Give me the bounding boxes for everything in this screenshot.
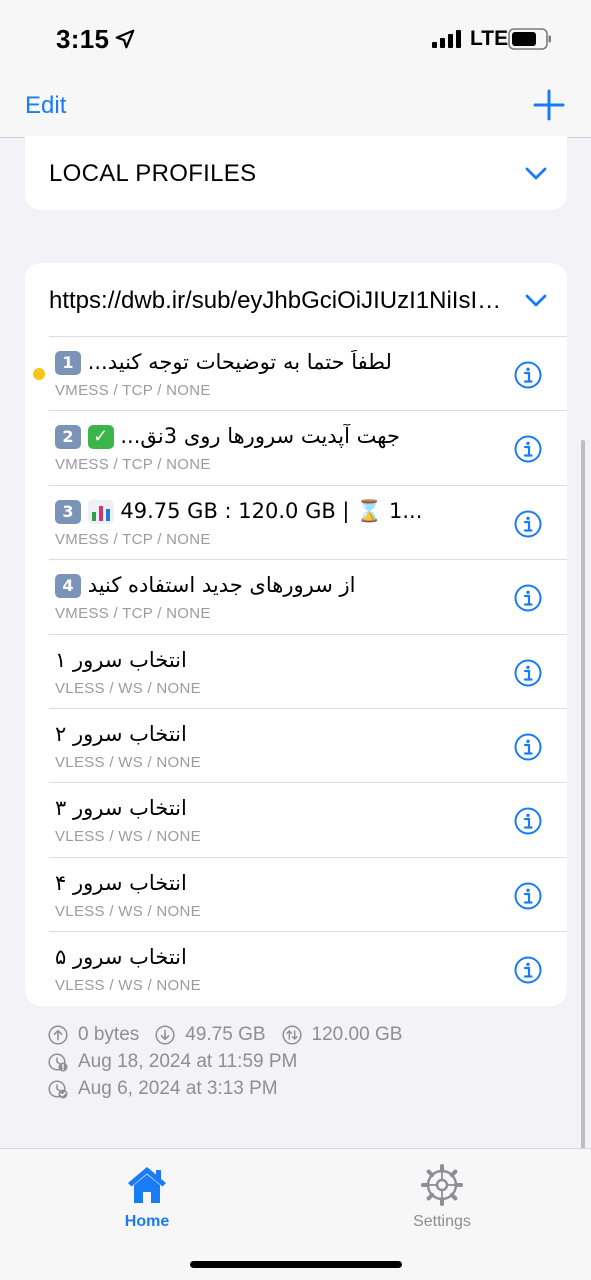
upload-stat: 0 bytes <box>48 1024 139 1046</box>
tab-settings-label: Settings <box>413 1213 471 1230</box>
active-indicator <box>33 368 45 380</box>
location-arrow-icon <box>115 29 135 49</box>
plus-icon[interactable] <box>532 88 566 122</box>
server-row[interactable]: 3 49.75 GB : 120.0 GB | ⌛ 1... VMESS / T… <box>25 486 567 561</box>
local-profiles-section[interactable]: LOCAL PROFILES <box>25 136 567 210</box>
server-name: انتخاب سرور ۱ <box>55 647 187 672</box>
server-protocol: VLESS / WS / NONE <box>55 902 201 920</box>
server-name: از سرورهای جدید استفاده کنید 4 <box>55 573 425 599</box>
info-icon[interactable] <box>514 584 542 612</box>
bar-chart-icon <box>87 499 114 524</box>
info-icon[interactable] <box>514 435 542 463</box>
tab-home[interactable]: Home <box>87 1159 207 1231</box>
server-name: 3 49.75 GB : 120.0 GB | ⌛ 1... <box>55 499 425 524</box>
server-name: انتخاب سرور ۴ <box>55 870 187 895</box>
clock-alert-icon <box>48 1052 68 1071</box>
download-icon <box>155 1024 175 1045</box>
chevron-down-icon[interactable] <box>525 294 547 308</box>
subscription-stats: 0 bytes 49.75 GB 120.00 GB Aug 18, 2024 … <box>48 1021 528 1102</box>
edit-button[interactable]: Edit <box>25 92 66 120</box>
nav-bar: Edit <box>0 80 591 138</box>
carrier-label: LTE <box>470 27 509 50</box>
server-protocol: VMESS / TCP / NONE <box>55 382 211 399</box>
updated-date: Aug 6, 2024 at 3:13 PM <box>78 1077 278 1099</box>
info-icon[interactable] <box>514 361 542 389</box>
server-name: لطفاً حتما به توضیحات توجه کنید... 1 <box>55 350 425 375</box>
keycap-3-icon: 3 <box>55 499 81 524</box>
server-row[interactable]: انتخاب سرور ۲ VLESS / WS / NONE <box>25 709 567 784</box>
expiry-stat: Aug 18, 2024 at 11:59 PM <box>48 1048 528 1075</box>
server-list: لطفاً حتما به توضیحات توجه کنید... 1 VME… <box>25 337 567 1006</box>
keycap-4-icon: 4 <box>55 574 81 599</box>
server-name: انتخاب سرور ۲ <box>55 721 187 746</box>
traffic-stats: 0 bytes 49.75 GB 120.00 GB <box>48 1021 528 1048</box>
chevron-down-icon[interactable] <box>525 167 547 181</box>
server-row[interactable]: از سرورهای جدید استفاده کنید 4 VMESS / T… <box>25 560 567 635</box>
upload-icon <box>48 1024 68 1045</box>
signal-icon <box>432 30 461 48</box>
scrollbar[interactable] <box>581 440 585 1150</box>
server-protocol: VMESS / TCP / NONE <box>55 605 211 623</box>
gear-icon <box>421 1164 463 1206</box>
info-icon[interactable] <box>514 956 542 984</box>
info-icon[interactable] <box>514 510 542 538</box>
info-icon[interactable] <box>514 882 542 910</box>
status-time: 3:15 <box>56 24 110 54</box>
info-icon[interactable] <box>514 807 542 835</box>
home-indicator <box>190 1261 402 1268</box>
server-protocol: VLESS / WS / NONE <box>55 753 201 771</box>
server-name: انتخاب سرور ۳ <box>55 796 187 821</box>
server-row[interactable]: جهت آپدیت سرورها روی 3نق... ✓ 2 VMESS / … <box>25 411 567 486</box>
server-protocol: VMESS / TCP / NONE <box>55 530 211 548</box>
status-bar: 3:15 LTE <box>0 0 591 80</box>
download-stat: 49.75 GB <box>155 1024 266 1046</box>
home-icon <box>128 1167 166 1203</box>
clock-check-icon <box>48 1079 68 1098</box>
check-mark-icon: ✓ <box>87 425 114 450</box>
server-row[interactable]: انتخاب سرور ۳ VLESS / WS / NONE <box>25 783 567 858</box>
battery-icon <box>508 28 551 50</box>
tab-settings[interactable]: Settings <box>382 1159 502 1231</box>
total-stat: 120.00 GB <box>281 1024 402 1046</box>
info-icon[interactable] <box>514 733 542 761</box>
total-icon <box>281 1024 302 1045</box>
server-protocol: VMESS / TCP / NONE <box>55 456 211 474</box>
server-protocol: VLESS / WS / NONE <box>55 977 201 995</box>
tab-home-label: Home <box>124 1213 170 1230</box>
server-row[interactable]: لطفاً حتما به توضیحات توجه کنید... 1 VME… <box>25 337 567 412</box>
server-name: جهت آپدیت سرورها روی 3نق... ✓ 2 <box>55 424 425 450</box>
server-protocol: VLESS / WS / NONE <box>55 679 201 697</box>
local-profiles-title: LOCAL PROFILES <box>49 160 257 187</box>
server-row[interactable]: انتخاب سرور ۵ VLESS / WS / NONE <box>25 932 567 1006</box>
server-name: انتخاب سرور ۵ <box>55 945 187 970</box>
expiry-date: Aug 18, 2024 at 11:59 PM <box>78 1050 298 1072</box>
server-row[interactable]: انتخاب سرور ۱ VLESS / WS / NONE <box>25 635 567 709</box>
keycap-1-icon: 1 <box>55 351 81 375</box>
server-protocol: VLESS / WS / NONE <box>55 828 201 846</box>
keycap-2-icon: 2 <box>55 425 81 450</box>
info-icon[interactable] <box>514 659 542 687</box>
server-row[interactable]: انتخاب سرور ۴ VLESS / WS / NONE <box>25 858 567 933</box>
updated-stat: Aug 6, 2024 at 3:13 PM <box>48 1075 528 1102</box>
subscription-url[interactable]: https://dwb.ir/sub/eyJhbGciOiJIUzI1NiIsI… <box>49 287 509 315</box>
subscription-section: https://dwb.ir/sub/eyJhbGciOiJIUzI1NiIsI… <box>25 263 567 1006</box>
